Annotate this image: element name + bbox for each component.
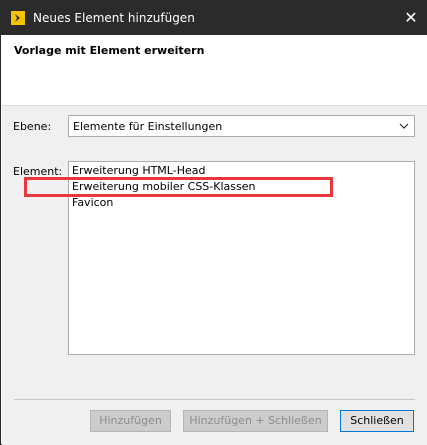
level-select[interactable]: Elemente für Einstellungen: [68, 115, 415, 137]
list-item[interactable]: Erweiterung mobiler CSS-Klassen: [72, 179, 255, 195]
header-section: Vorlage mit Element erweitern: [2, 35, 427, 106]
level-label: Ebene:: [13, 120, 52, 133]
app-logo-icon: [11, 11, 25, 25]
list-item[interactable]: Favicon: [72, 195, 113, 211]
close-icon[interactable]: ✕: [394, 1, 427, 35]
page-title: Vorlage mit Element erweitern: [14, 44, 205, 57]
form-section: Ebene: Elemente für Einstellungen Elemen…: [2, 106, 427, 445]
title-bar: Neues Element hinzufügen ✕: [1, 1, 427, 35]
add-close-button[interactable]: Hinzufügen + Schließen: [183, 410, 328, 432]
element-label: Element:: [13, 165, 63, 178]
add-button[interactable]: Hinzufügen: [90, 410, 171, 432]
element-listbox[interactable]: Erweiterung HTML-Head Erweiterung mobile…: [68, 161, 415, 355]
dialog-window: Neues Element hinzufügen ✕ Vorlage mit E…: [0, 0, 427, 445]
divider: [14, 399, 415, 400]
list-item[interactable]: Erweiterung HTML-Head: [72, 163, 205, 179]
chevron-down-icon: [398, 120, 410, 132]
window-title: Neues Element hinzufügen: [33, 11, 195, 25]
close-button[interactable]: Schließen: [340, 410, 414, 432]
level-select-value: Elemente für Einstellungen: [73, 120, 223, 133]
